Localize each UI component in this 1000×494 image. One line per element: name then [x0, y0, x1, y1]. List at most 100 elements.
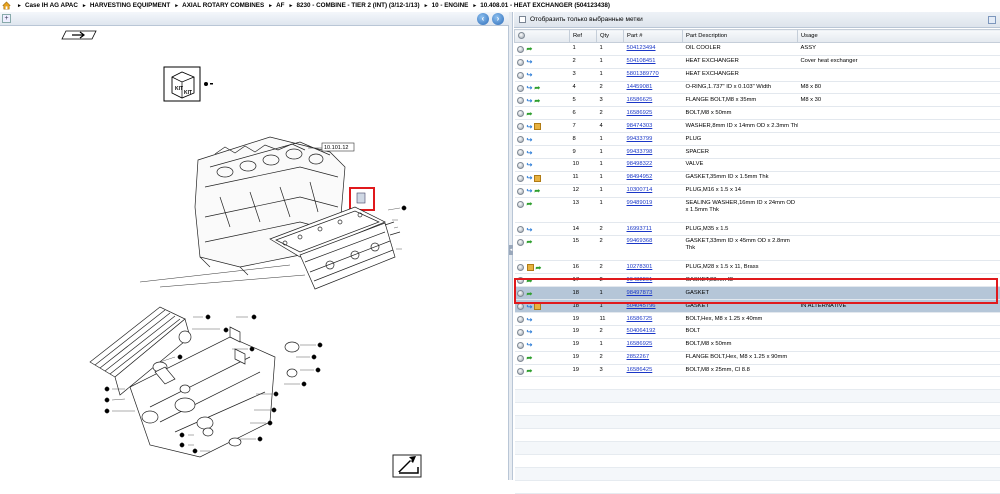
cell-part-number[interactable]: 504123494	[624, 42, 683, 55]
row-select-icon[interactable]	[517, 226, 524, 233]
table-row[interactable]: ➦6216586925BOLT,M8 x 50mm	[515, 107, 1000, 120]
breadcrumb-item[interactable]: Case IH AG APAC	[25, 2, 78, 9]
table-row[interactable]: ↪19116586925BOLT,M8 x 50mm	[515, 338, 1000, 351]
add-to-cart-icon[interactable]: ➦	[527, 354, 533, 362]
part-number-link[interactable]: 98498322	[627, 161, 653, 167]
row-select-icon[interactable]	[517, 368, 524, 375]
replace-arrow-icon[interactable]: ↪	[527, 71, 533, 79]
show-selected-checkbox[interactable]	[519, 16, 526, 23]
table-row[interactable]: ➦1922852267FLANGE BOLT,Hex, M8 x 1.25 x …	[515, 351, 1000, 364]
cell-part-number[interactable]: 2852267	[624, 351, 683, 364]
cell-part-number[interactable]: 98494952	[624, 171, 683, 184]
header-description[interactable]: Part Description	[683, 30, 798, 43]
kit-package-icon[interactable]	[527, 264, 534, 271]
add-to-cart-icon[interactable]: ➦	[534, 84, 540, 92]
part-number-link[interactable]: 98474303	[627, 123, 653, 129]
cell-part-number[interactable]: 99433798	[624, 146, 683, 159]
breadcrumb-item[interactable]: 10 - ENGINE	[432, 2, 469, 9]
table-row[interactable]: ↪11198494952GASKET,35mm ID x 1.5mm Thk	[515, 171, 1000, 184]
cell-part-number[interactable]: 99469368	[624, 235, 683, 261]
replace-arrow-icon[interactable]: ↪	[527, 328, 533, 336]
breadcrumb-item[interactable]: AF	[276, 2, 284, 9]
table-row[interactable]: ↪192504064192BOLT	[515, 325, 1000, 338]
table-row[interactable]: ↪14216993711PLUG,M35 x 1.5	[515, 223, 1000, 236]
replace-arrow-icon[interactable]: ↪	[527, 123, 533, 131]
replace-arrow-icon[interactable]: ↪	[527, 187, 533, 195]
row-select-icon[interactable]	[517, 136, 524, 143]
replace-arrow-icon[interactable]: ↪	[527, 226, 533, 234]
row-select-icon[interactable]	[517, 239, 524, 246]
table-row[interactable]: ↪➦12110300714PLUG,M16 x 1.5 x 14	[515, 184, 1000, 197]
part-number-link[interactable]: 14459081	[627, 84, 653, 90]
kit-package-icon[interactable]	[534, 303, 541, 310]
cell-part-number[interactable]: 98498322	[624, 158, 683, 171]
part-number-link[interactable]: 16586925	[627, 341, 653, 347]
row-select-icon[interactable]	[517, 149, 524, 156]
row-select-icon[interactable]	[517, 110, 524, 117]
part-number-link[interactable]: 5801389770	[627, 71, 659, 77]
cell-part-number[interactable]: 10278301	[624, 261, 683, 274]
row-select-icon[interactable]	[517, 72, 524, 79]
cell-part-number[interactable]: 99433799	[624, 133, 683, 146]
add-to-cart-icon[interactable]: ➦	[534, 187, 540, 195]
add-to-cart-icon[interactable]: ➦	[527, 200, 533, 208]
table-row[interactable]: ↪9199433798SPACER	[515, 146, 1000, 159]
breadcrumb-item[interactable]: HARVESTING EQUIPMENT	[90, 2, 170, 9]
row-select-icon[interactable]	[517, 316, 524, 323]
replace-arrow-icon[interactable]: ↪	[527, 161, 533, 169]
breadcrumb-item[interactable]: 8230 - COMBINE - TIER 2 (INT) (3/12-1/13…	[296, 2, 419, 9]
part-number-link[interactable]: 16586425	[627, 367, 653, 373]
row-select-icon[interactable]	[517, 175, 524, 182]
header-qty[interactable]: Qty	[597, 30, 624, 43]
cell-part-number[interactable]: 504064192	[624, 325, 683, 338]
replace-arrow-icon[interactable]: ↪	[527, 316, 533, 324]
table-row[interactable]: ↪10198498322VALVE	[515, 158, 1000, 171]
row-select-icon[interactable]	[517, 123, 524, 130]
replace-arrow-icon[interactable]: ↪	[527, 149, 533, 157]
table-row[interactable]: ➦19316586425BOLT,M8 x 25mm, Cl 8.8	[515, 364, 1000, 377]
select-all-icon[interactable]	[518, 32, 525, 39]
part-number-link[interactable]: 2852267	[627, 354, 650, 360]
next-diagram-button[interactable]: ›	[492, 13, 504, 25]
table-row[interactable]: ➦15299469368GASKET,33mm ID x 45mm OD x 2…	[515, 235, 1000, 261]
part-number-link[interactable]: 16586625	[627, 97, 653, 103]
cell-part-number[interactable]: 14459081	[624, 81, 683, 94]
row-select-icon[interactable]	[517, 264, 524, 271]
table-row[interactable]: ➦11504123494OIL COOLERASSY	[515, 42, 1000, 55]
cell-part-number[interactable]: 504108451	[624, 55, 683, 68]
part-number-link[interactable]: 10278301	[627, 264, 653, 270]
add-to-cart-icon[interactable]: ➦	[536, 264, 542, 272]
add-to-cart-icon[interactable]: ➦	[527, 110, 533, 118]
table-row[interactable]: ↪315801389770HEAT EXCHANGER	[515, 68, 1000, 81]
part-number-link[interactable]: 99469368	[627, 238, 653, 244]
part-number-link[interactable]: 10300714	[627, 187, 653, 193]
replace-arrow-icon[interactable]: ↪	[527, 58, 533, 66]
part-number-link[interactable]: 99433798	[627, 149, 653, 155]
highlighted-part-marker[interactable]	[350, 188, 374, 210]
table-row[interactable]: ↪8199433799PLUG	[515, 133, 1000, 146]
cell-part-number[interactable]: 99489019	[624, 197, 683, 223]
table-row[interactable]: ↪7498474303WASHER,8mm ID x 14mm OD x 2.3…	[515, 120, 1000, 133]
part-number-link[interactable]: 16993711	[627, 226, 652, 232]
row-select-icon[interactable]	[517, 329, 524, 336]
breadcrumb-item[interactable]: AXIAL ROTARY COMBINES	[182, 2, 264, 9]
splitter-grip-icon[interactable]: ◂	[509, 245, 513, 255]
cell-part-number[interactable]: 16586625	[624, 94, 683, 107]
table-row[interactable]: ↪191116586725BOLT,Hex, M8 x 1.25 x 40mm	[515, 313, 1000, 326]
breadcrumb-item[interactable]: 10.408.01 - HEAT EXCHANGER (504123438)	[480, 2, 610, 9]
part-number-link[interactable]: 99489019	[627, 200, 653, 206]
row-select-icon[interactable]	[517, 162, 524, 169]
part-number-link[interactable]: 16586725	[627, 316, 653, 322]
row-select-icon[interactable]	[517, 188, 524, 195]
replace-arrow-icon[interactable]: ↪	[527, 174, 533, 182]
part-number-link[interactable]: 99433799	[627, 136, 653, 142]
row-select-icon[interactable]	[517, 97, 524, 104]
cell-part-number[interactable]: 16993711	[624, 223, 683, 236]
part-number-link[interactable]: 504064192	[627, 328, 656, 334]
part-number-link[interactable]: 16586925	[627, 110, 653, 116]
cell-part-number[interactable]: 98474303	[624, 120, 683, 133]
next-diagram-arrow-icon[interactable]	[393, 455, 421, 477]
cell-part-number[interactable]: 16586925	[624, 107, 683, 120]
header-usage[interactable]: Usage	[798, 30, 1000, 43]
pane-splitter[interactable]: ◂	[509, 12, 513, 480]
